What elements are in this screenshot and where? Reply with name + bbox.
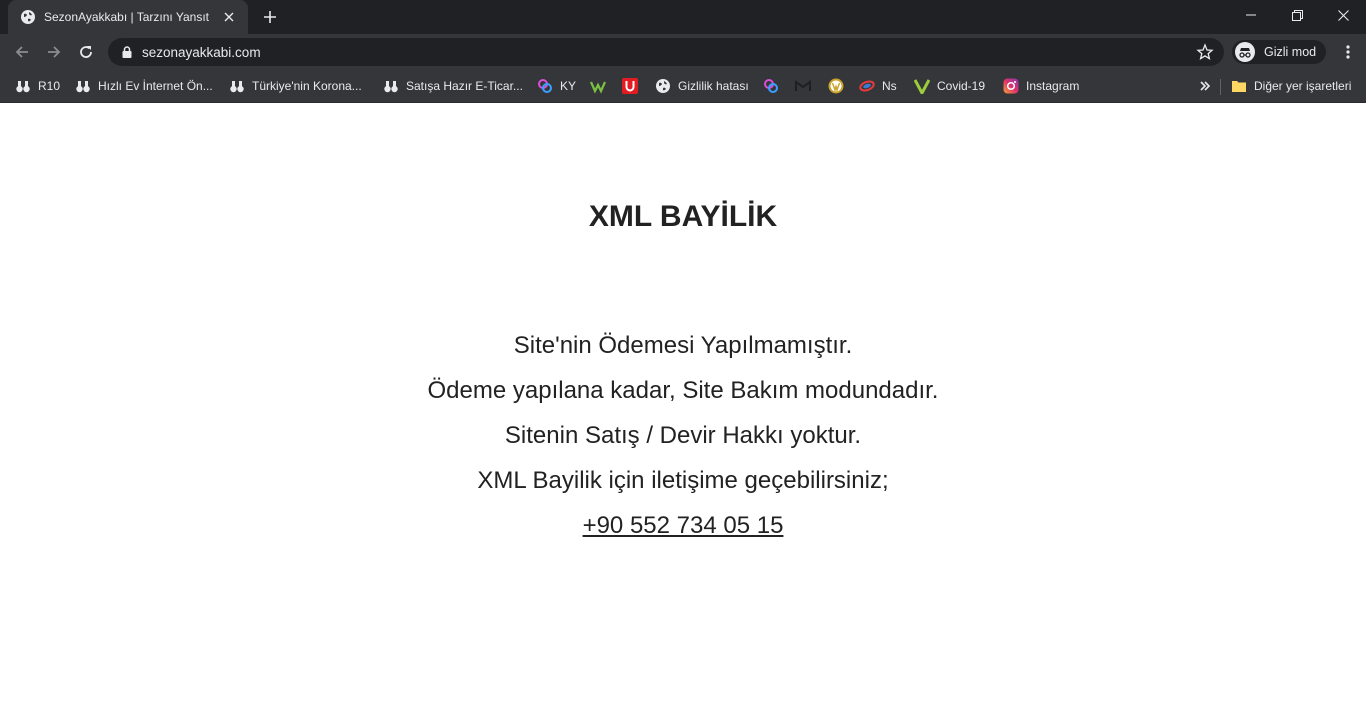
bookmark-item[interactable]: Türkiye'nin Korona... [229,75,362,97]
other-bookmarks-label: Diğer yer işaretleri [1254,79,1352,93]
bookmark-label: Satışa Hazır E-Ticar... [406,79,523,93]
bookmark-label: R10 [38,79,61,93]
incognito-icon [1235,42,1255,62]
star-icon[interactable] [1196,43,1214,61]
bookmarks-bar: R10 Hızlı Ev İnternet Ön... Türkiye'nin … [0,70,1366,103]
bookmark-label: Instagram [1026,79,1080,93]
bookmark-item[interactable]: Instagram [1003,75,1079,97]
bookmark-label: KY [560,79,577,93]
tab-close-icon[interactable] [220,8,238,26]
plus-icon [264,11,276,23]
menu-button[interactable] [1338,38,1358,66]
bookmark-item[interactable]: Hızlı Ev İnternet Ön... [75,75,213,97]
globe-icon [655,78,671,94]
bookmark-item[interactable] [763,75,779,97]
other-bookmarks-folder[interactable]: Diğer yer işaretleri [1231,75,1351,97]
bookmark-label: Covid-19 [937,79,986,93]
phone-line: +90 552 734 05 15 [0,512,1366,540]
reload-icon [80,46,92,58]
folder-icon [1231,78,1247,94]
bookmark-item[interactable] [795,75,811,97]
bookmark-label: Gizlilik hatası [678,79,749,93]
bookmark-item[interactable]: Gizlilik hatası [655,75,749,97]
active-tab[interactable]: SezonAyakkabı | Tarzını Yansıt [8,0,248,34]
phone-link[interactable]: +90 552 734 05 15 [583,512,784,539]
arrow-right-icon [48,46,61,58]
bookmark-label: Hızlı Ev İnternet Ön... [98,79,213,93]
colorful-logo-icon [537,78,553,94]
minimize-icon [1246,14,1256,16]
instagram-icon [1003,78,1019,94]
globe-icon [21,10,35,24]
bookmark-item[interactable] [622,75,638,97]
bookmark-label: Ns [882,79,897,93]
red-u-logo-icon [622,78,638,94]
address-bar[interactable]: sezonayakkabi.com [108,38,1224,66]
tab-title: SezonAyakkabı | Tarzını Yansıt [44,10,209,24]
back-button[interactable] [8,38,36,66]
bookmark-item[interactable]: Satışa Hazır E-Ticar... [383,75,523,97]
v-logo-icon [914,78,930,94]
close-window-button[interactable] [1320,0,1366,30]
ns-logo-icon [859,78,875,94]
wordpress-icon [828,78,844,94]
kebab-menu-icon [1346,45,1350,59]
incognito-label: Gizli mod [1264,45,1317,59]
page-content: XML BAYİLİK Site'nin Ödemesi Yapılmamışt… [0,104,1366,728]
green-logo-icon [590,78,606,94]
bookmark-item[interactable] [590,75,606,97]
browser-toolbar: sezonayakkabi.com Gizli mod [0,34,1366,70]
restore-button[interactable] [1274,0,1320,30]
arrow-left-icon [15,46,28,58]
binoculars-icon [229,78,245,94]
window-controls [1228,0,1366,30]
bookmarks-overflow-button[interactable] [1199,75,1211,97]
title-bar: SezonAyakkabı | Tarzını Yansıt [0,0,1366,34]
restore-icon [1291,9,1303,21]
colorful-logo-icon [763,78,779,94]
incognito-indicator[interactable]: Gizli mod [1232,40,1327,64]
close-icon [1337,9,1349,21]
chevron-double-right-icon [1200,81,1211,91]
new-tab-button[interactable] [258,6,282,28]
binoculars-icon [383,78,399,94]
lock-icon [122,46,132,58]
page-title: XML BAYİLİK [588,200,778,233]
binoculars-icon [15,78,31,94]
bookmark-item[interactable]: Ns [859,75,897,97]
bookmark-item[interactable]: Covid-19 [914,75,985,97]
reload-button[interactable] [72,38,100,66]
forward-button[interactable] [40,38,68,66]
minimize-button[interactable] [1228,0,1274,30]
binoculars-icon [75,78,91,94]
message-line: Ödeme yapılana kadar, Site Bakım modunda… [427,377,939,404]
bookmark-item[interactable]: R10 [15,75,60,97]
bookmark-item[interactable]: KY [537,75,576,97]
bookmarks-divider [1220,79,1221,95]
gmail-icon [795,78,811,94]
url-text: sezonayakkabi.com [142,44,261,60]
message-line: XML Bayilik için iletişime geçebilirsini… [477,467,889,494]
bookmark-item[interactable] [828,75,844,97]
bookmark-label: Türkiye'nin Korona... [252,79,362,93]
message-line: Sitenin Satış / Devir Hakkı yoktur. [504,422,862,449]
message-line: Site'nin Ödemesi Yapılmamıştır. [513,332,853,359]
